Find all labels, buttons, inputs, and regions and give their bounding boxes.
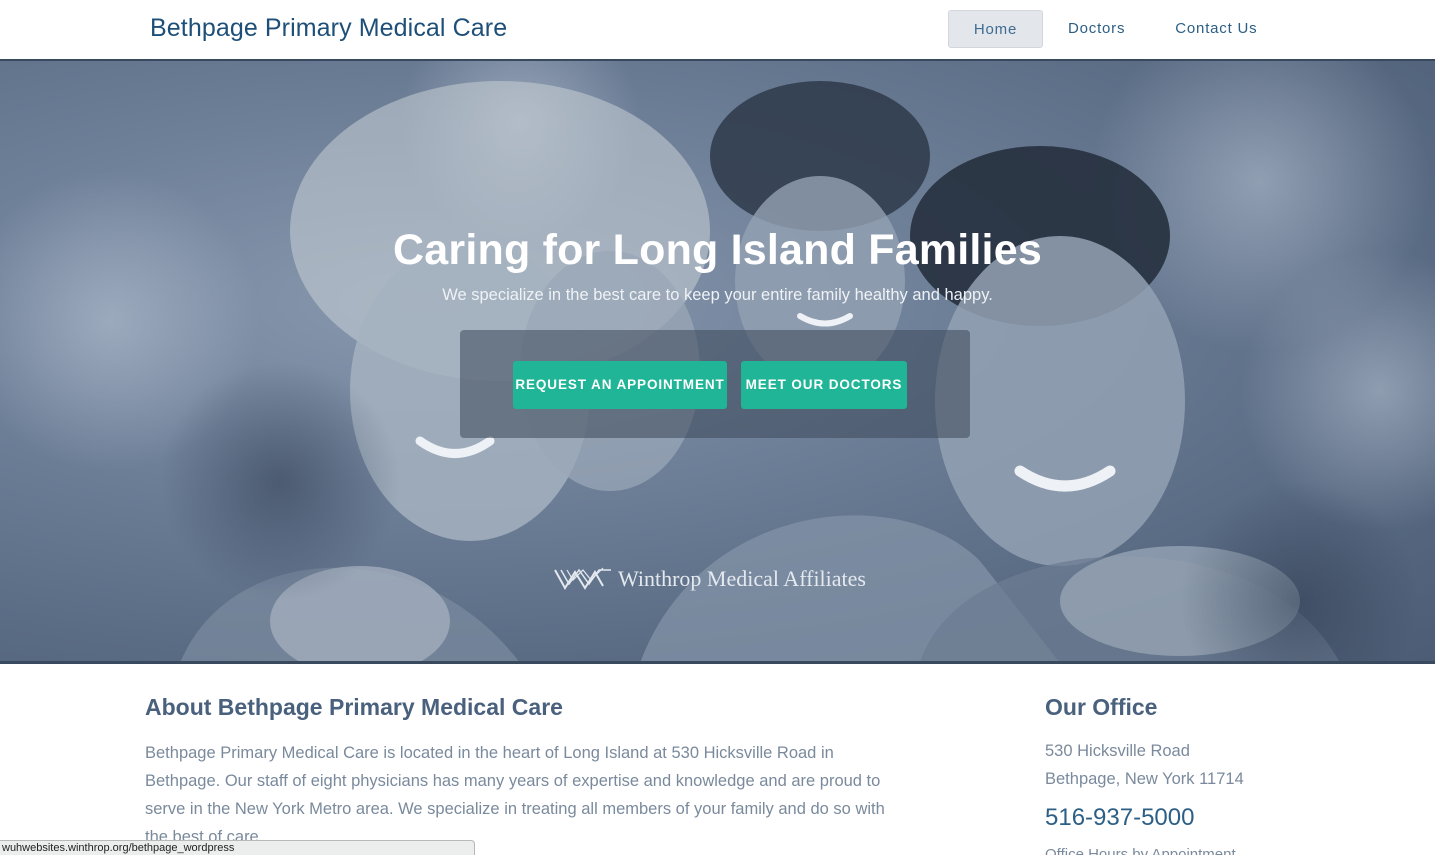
about-heading: About Bethpage Primary Medical Care (145, 694, 563, 720)
office-address-line1: 530 Hicksville Road (1045, 742, 1190, 760)
browser-status-bar: wuhwebsites.winthrop.org/bethpage_wordpr… (0, 840, 475, 855)
office-phone-link[interactable]: 516-937-5000 (1045, 804, 1194, 832)
hero-title: Caring for Long Island Families (393, 226, 1042, 274)
office-address-line2: Bethpage, New York 11714 (1045, 770, 1244, 788)
nav-contact-us[interactable]: Contact Us (1150, 10, 1282, 48)
nav-home[interactable]: Home (948, 10, 1043, 48)
office-heading: Our Office (1045, 694, 1158, 720)
meet-our-doctors-button[interactable]: MEET OUR DOCTORS (741, 361, 907, 409)
hero-divider (0, 661, 1435, 664)
winthrop-logo-icon (554, 567, 611, 590)
affiliate-name: Winthrop Medical Affiliates (618, 566, 866, 591)
nav-doctors[interactable]: Doctors (1043, 10, 1150, 48)
hero-subtitle: We specialize in the best care to keep y… (442, 286, 993, 304)
winthrop-affiliate-logo: Winthrop Medical Affiliates (553, 566, 866, 592)
request-appointment-button[interactable]: REQUEST AN APPOINTMENT (513, 361, 727, 409)
site-title-link[interactable]: Bethpage Primary Medical Care (150, 14, 507, 43)
main-nav: Home Doctors Contact Us (948, 10, 1282, 48)
site-header: Bethpage Primary Medical Care Home Docto… (0, 0, 1435, 61)
hero-banner: Caring for Long Island Families We speci… (0, 61, 1435, 663)
office-hours: Office Hours by Appointment (1045, 846, 1236, 855)
about-text: Bethpage Primary Medical Care is located… (145, 744, 885, 846)
